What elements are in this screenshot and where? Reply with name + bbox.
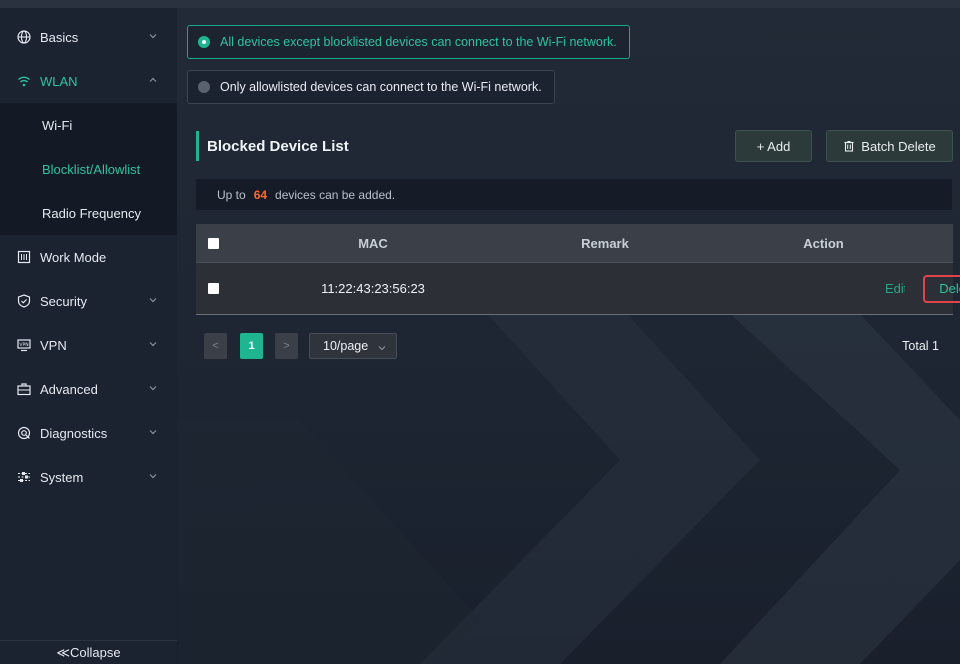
next-page-button[interactable]: > — [275, 333, 298, 359]
sidebar-item-work-mode[interactable]: Work Mode — [0, 235, 177, 279]
page-size-select[interactable]: 10/page — [309, 333, 397, 359]
page-size-value: 10/page — [323, 339, 369, 353]
top-strip — [0, 0, 960, 8]
capacity-info-bar: Up to 64 devices can be added. — [196, 179, 952, 210]
section-title: Blocked Device List — [196, 131, 349, 161]
globe-icon — [16, 29, 32, 45]
chevron-down-icon — [147, 426, 159, 438]
select-all-checkbox-cell — [196, 237, 230, 249]
sidebar-item-security[interactable]: Security — [0, 279, 177, 323]
sidebar-item-vpn[interactable]: VPN VPN — [0, 323, 177, 367]
row-checkbox[interactable] — [207, 283, 219, 294]
sidebar-item-label: Basics — [40, 29, 79, 45]
collapse-sidebar-button[interactable]: ≪Collapse — [0, 640, 177, 664]
sidebar-subitem-radio-frequency[interactable]: Radio Frequency — [0, 191, 177, 235]
sidebar-subitem-wifi[interactable]: Wi-Fi — [0, 103, 177, 147]
sidebar-item-label: Diagnostics — [40, 425, 108, 441]
sidebar-item-diagnostics[interactable]: Diagnostics — [0, 411, 177, 455]
row-checkbox-cell — [196, 283, 230, 294]
radio-blocklist-mode[interactable]: All devices except blocklisted devices c… — [187, 25, 630, 59]
select-all-checkbox[interactable] — [207, 237, 219, 249]
radio-label: Only allowlisted devices can connect to … — [220, 80, 542, 94]
sidebar-item-label: VPN — [40, 337, 67, 353]
chevron-up-icon — [147, 74, 159, 86]
wifi-icon — [16, 73, 32, 89]
chevron-down-icon — [147, 470, 159, 482]
shield-icon — [16, 293, 32, 309]
page-1-button[interactable]: 1 — [240, 333, 263, 359]
sidebar-item-label: Advanced — [40, 381, 98, 397]
chevron-down-icon — [147, 30, 159, 42]
sidebar-item-wlan[interactable]: WLAN — [0, 59, 177, 103]
row-mac: 11:22:43:23:56:23 — [321, 281, 425, 296]
chevron-down-icon — [147, 382, 159, 394]
radio-unselected-indicator — [198, 81, 210, 93]
column-header-remark: Remark — [581, 235, 629, 251]
sidebar-item-system[interactable]: System — [0, 455, 177, 499]
chevron-down-icon — [147, 294, 159, 306]
diagnostics-icon — [16, 425, 32, 441]
column-header-mac: MAC — [358, 235, 388, 251]
table-row: 11:22:43:23:56:23 Edit Delete — [196, 262, 960, 315]
sidebar-item-label: WLAN — [40, 73, 78, 89]
sidebar: Basics WLAN Wi-Fi Blocklist/Allowlist Ra… — [0, 8, 177, 664]
toolbox-icon — [16, 381, 32, 397]
work-mode-icon — [16, 249, 32, 265]
settings-sliders-icon — [16, 469, 32, 485]
edit-link[interactable]: Edit — [885, 281, 905, 296]
sidebar-item-basics[interactable]: Basics — [0, 15, 177, 59]
total-count: Total 1 — [902, 339, 939, 353]
sidebar-item-label: Security — [40, 293, 87, 309]
sidebar-subitem-label: Wi-Fi — [42, 117, 73, 133]
trash-icon — [843, 140, 855, 152]
radio-selected-indicator — [198, 36, 210, 48]
batch-delete-label: Batch Delete — [861, 138, 936, 154]
sidebar-subitem-label: Radio Frequency — [42, 205, 141, 221]
capacity-count: 64 — [253, 187, 268, 202]
batch-delete-button[interactable]: Batch Delete — [826, 130, 953, 162]
radio-allowlist-mode[interactable]: Only allowlisted devices can connect to … — [187, 70, 555, 104]
blocked-device-table: MAC Remark Action 11:22:43:23:56:23 Edit… — [196, 224, 960, 315]
radio-label: All devices except blocklisted devices c… — [220, 35, 617, 49]
prev-page-button[interactable]: < — [204, 333, 227, 359]
chevron-down-icon — [377, 342, 387, 356]
sidebar-subitem-label: Blocklist/Allowlist — [42, 161, 141, 177]
vpn-icon: VPN — [16, 337, 32, 353]
delete-link[interactable]: Delete — [923, 274, 960, 303]
sidebar-item-label: System — [40, 469, 84, 485]
svg-text:VPN: VPN — [19, 342, 28, 348]
column-header-action: Action — [803, 235, 844, 251]
add-button[interactable]: + Add — [735, 130, 812, 162]
sidebar-item-label: Work Mode — [40, 249, 107, 265]
sidebar-item-advanced[interactable]: Advanced — [0, 367, 177, 411]
capacity-prefix: Up to — [217, 187, 246, 202]
sidebar-subitem-blocklist-allowlist[interactable]: Blocklist/Allowlist — [0, 147, 177, 191]
table-header: MAC Remark Action — [196, 224, 953, 262]
chevron-down-icon — [147, 338, 159, 350]
capacity-suffix: devices can be added. — [275, 187, 396, 202]
